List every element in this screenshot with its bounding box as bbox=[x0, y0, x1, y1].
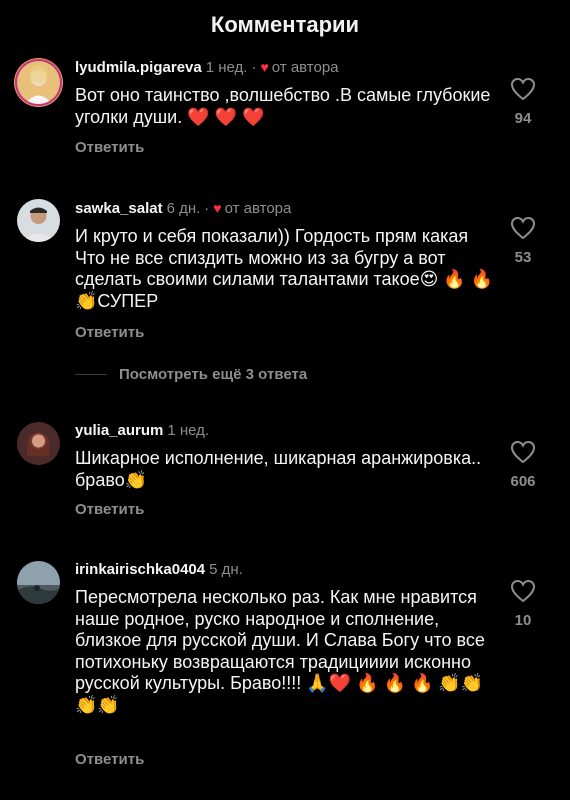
divider-line bbox=[75, 374, 107, 375]
avatar[interactable] bbox=[17, 61, 60, 104]
reply-button[interactable]: Ответить bbox=[75, 139, 144, 156]
reply-button[interactable]: Ответить bbox=[75, 501, 144, 518]
like-count: 606 bbox=[510, 473, 536, 490]
like-button[interactable]: 10 bbox=[498, 579, 548, 629]
heart-icon: ♥ bbox=[260, 59, 269, 75]
comment-text: И круто и себя показали)) Гордость прям … bbox=[75, 226, 494, 311]
comment-meta: yulia_aurum 1 нед. bbox=[75, 422, 209, 439]
heart-outline-icon bbox=[510, 77, 536, 101]
comment-text: Шикарное исполнение, шикарная аранжировк… bbox=[75, 448, 482, 490]
separator-dot: · bbox=[251, 59, 257, 76]
like-button[interactable]: 606 bbox=[498, 440, 548, 490]
like-count: 94 bbox=[514, 110, 532, 127]
comment-meta: sawka_salat 6 дн. · ♥ от автора bbox=[75, 200, 291, 217]
heart-outline-icon bbox=[510, 579, 536, 603]
timestamp: 1 нед. bbox=[205, 59, 248, 76]
like-count: 53 bbox=[514, 249, 532, 266]
username[interactable]: yulia_aurum bbox=[75, 422, 163, 439]
reply-button[interactable]: Ответить bbox=[75, 751, 144, 768]
timestamp: 1 нед. bbox=[167, 422, 210, 439]
author-liked-label: от автора bbox=[224, 200, 292, 217]
page-title: Комментарии bbox=[210, 12, 360, 37]
timestamp: 6 дн. bbox=[166, 200, 201, 217]
comment-text: Вот оно таинство ,волшебство .В самые гл… bbox=[75, 85, 491, 127]
heart-icon: ♥ bbox=[213, 200, 222, 216]
username[interactable]: lyudmila.pigareva bbox=[75, 59, 202, 76]
heart-outline-icon bbox=[510, 216, 536, 240]
like-button[interactable]: 53 bbox=[498, 216, 548, 266]
username[interactable]: irinkairischka0404 bbox=[75, 561, 205, 578]
comment-meta: lyudmila.pigareva 1 нед. · ♥ от автора bbox=[75, 59, 339, 76]
comment-text: Пересмотрела несколько раз. Как мне нрав… bbox=[75, 587, 485, 715]
username[interactable]: sawka_salat bbox=[75, 200, 163, 217]
view-more-replies-label: Посмотреть ещё 3 ответа bbox=[119, 366, 308, 383]
avatar[interactable] bbox=[17, 561, 60, 604]
like-button[interactable]: 94 bbox=[498, 77, 548, 127]
comment-meta: irinkairischka0404 5 дн. bbox=[75, 561, 243, 578]
like-count: 10 bbox=[514, 612, 532, 629]
avatar[interactable] bbox=[17, 199, 60, 242]
timestamp: 5 дн. bbox=[209, 561, 243, 578]
heart-outline-icon bbox=[510, 440, 536, 464]
author-liked-label: от автора bbox=[271, 59, 339, 76]
view-more-replies-button[interactable]: Посмотреть ещё 3 ответа bbox=[75, 366, 307, 383]
comments-header: Комментарии bbox=[0, 0, 570, 50]
reply-button[interactable]: Ответить bbox=[75, 324, 144, 341]
separator-dot: · bbox=[204, 200, 210, 217]
avatar[interactable] bbox=[17, 422, 60, 465]
